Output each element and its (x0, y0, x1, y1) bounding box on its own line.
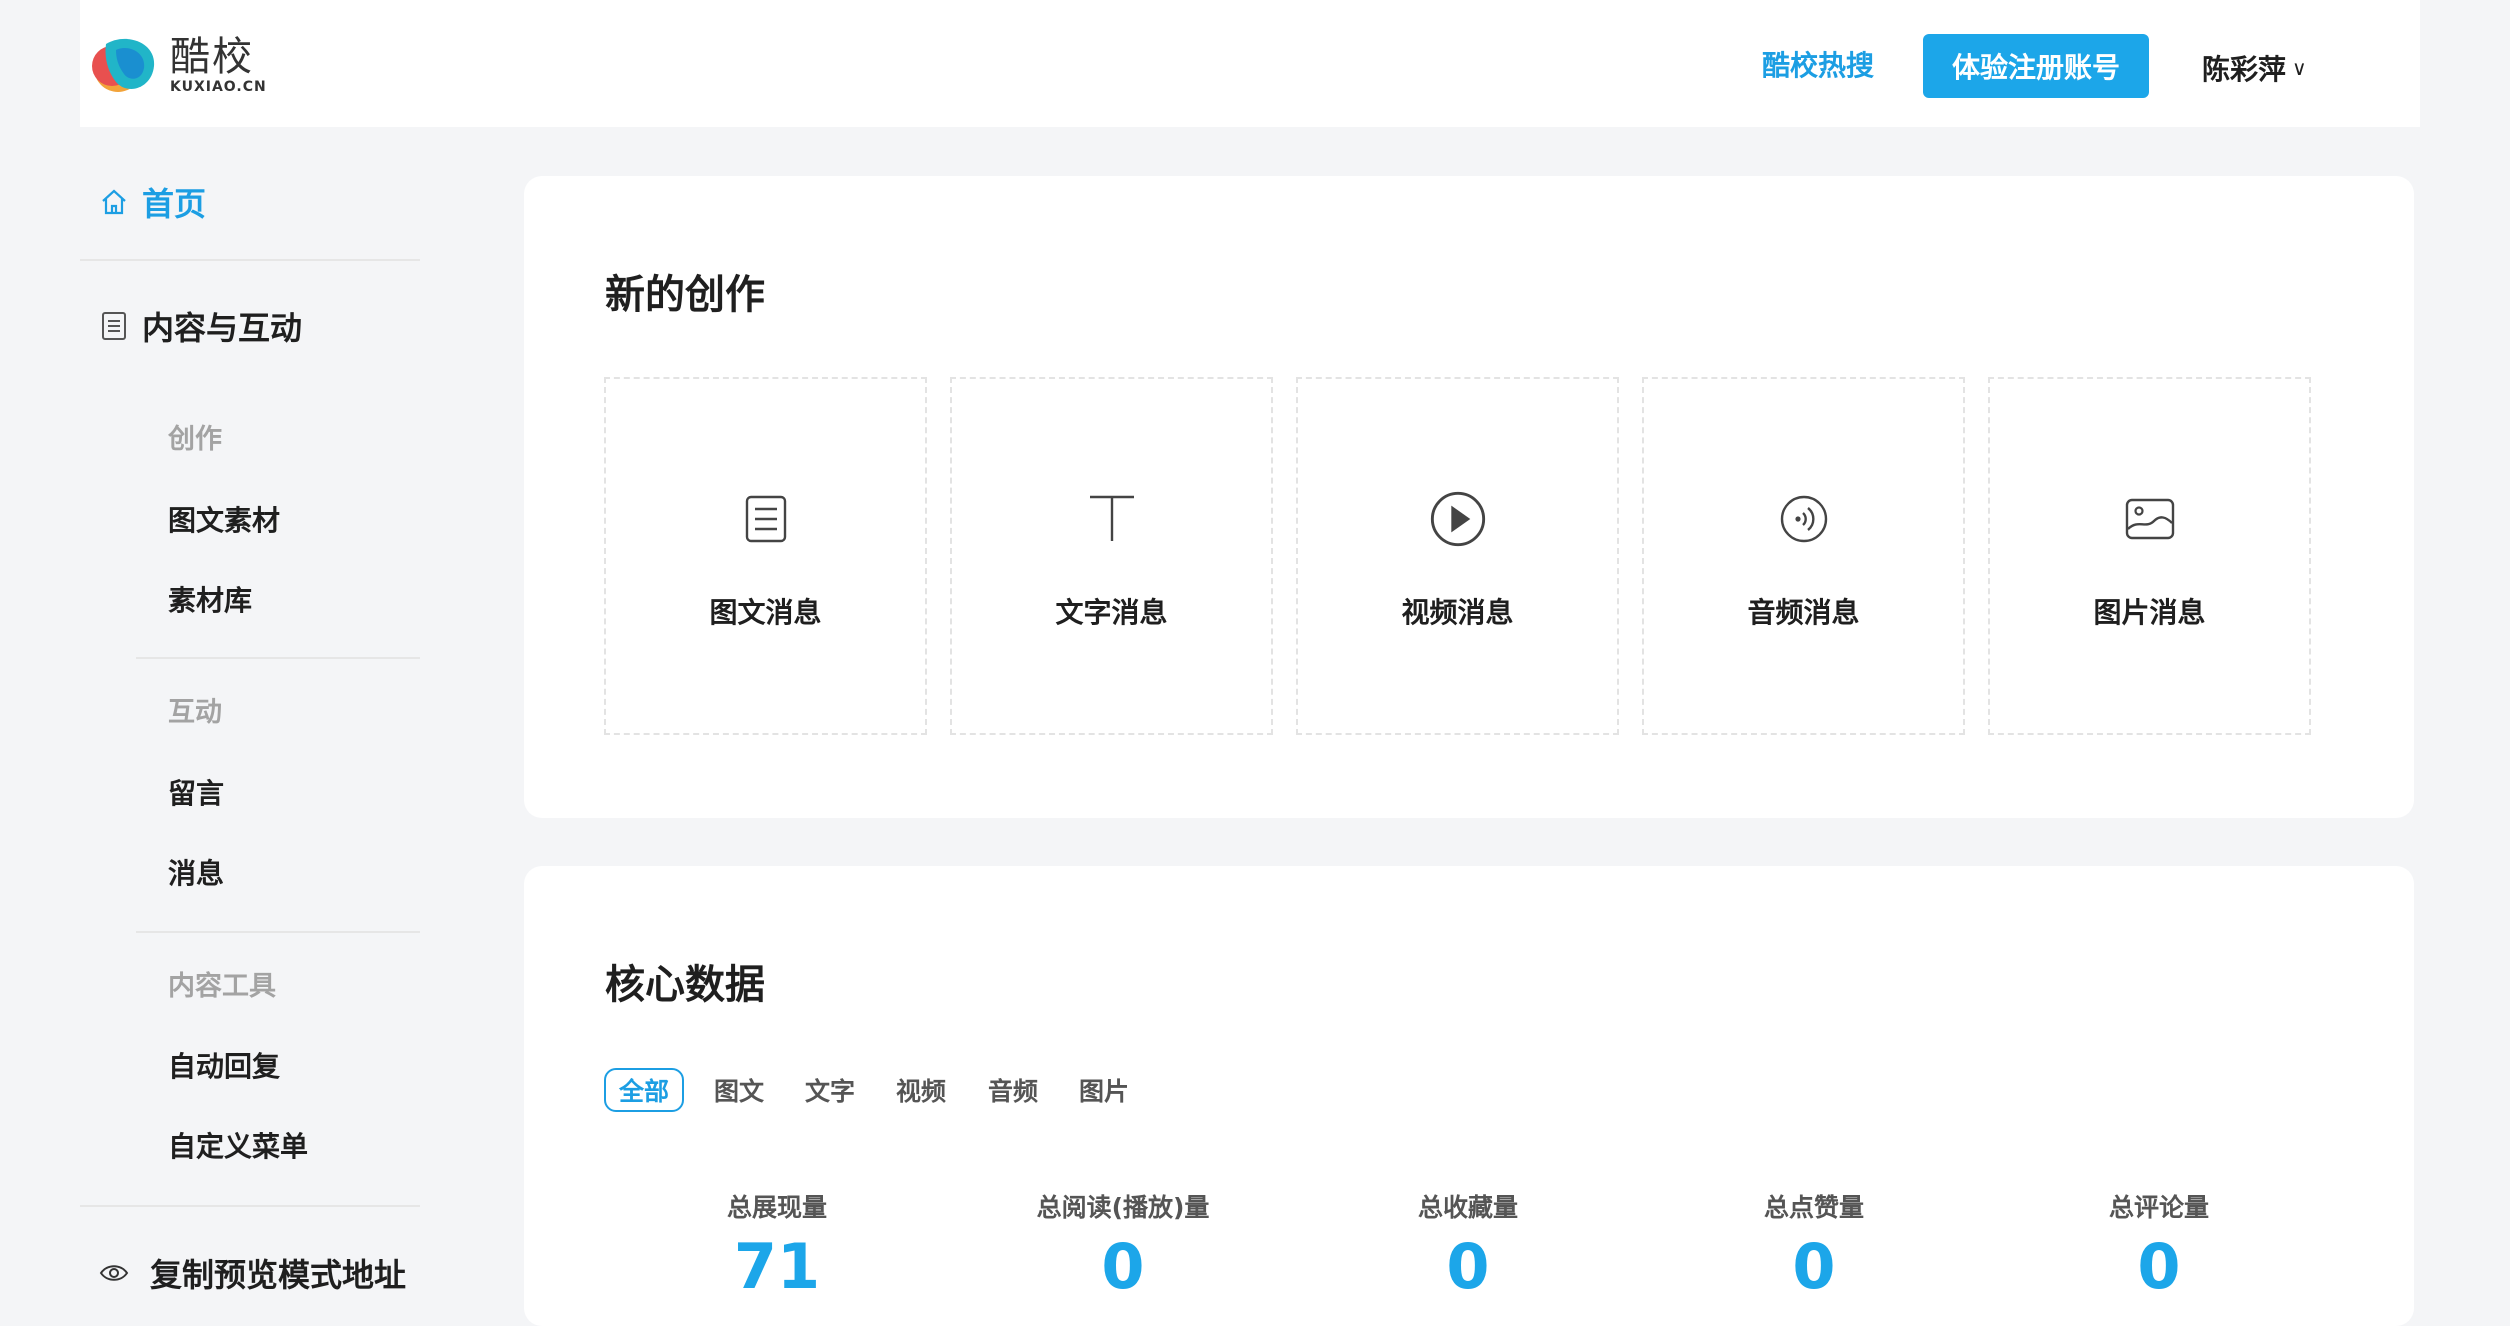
tab-video[interactable]: 视频 (886, 1068, 956, 1112)
logo-subtitle: KUXIAO.CN (170, 79, 267, 95)
stat-value: 71 (733, 1230, 821, 1303)
tile-label: 音频消息 (1747, 596, 1860, 629)
sidebar-item-custom-menu[interactable]: 自定义菜单 (168, 1125, 308, 1165)
sidebar-item-auto-reply[interactable]: 自动回复 (168, 1045, 280, 1085)
logo[interactable]: 酷校 KUXIAO.CN (90, 20, 267, 110)
sidebar-section-label: 内容与互动 (142, 309, 303, 347)
divider (136, 931, 420, 933)
article-icon (745, 495, 786, 543)
stat-label: 总展现量 (726, 1193, 827, 1222)
create-title: 新的创作 (605, 272, 765, 318)
stat-favorites: 总收藏量 0 (1318, 1188, 1618, 1298)
stat-label: 总点赞量 (1763, 1193, 1864, 1222)
tab-all[interactable]: 全部 (604, 1068, 684, 1112)
audio-icon (1780, 495, 1827, 543)
tab-image[interactable]: 图片 (1069, 1068, 1139, 1112)
user-name: 陈彩萍 (2202, 53, 2287, 86)
image-icon (2125, 498, 2174, 540)
copy-preview-url[interactable]: 复制预览模式地址 (98, 1250, 406, 1296)
stat-likes: 总点赞量 0 (1664, 1188, 1964, 1298)
document-icon (98, 310, 130, 342)
divider (136, 657, 420, 659)
sidebar-item-material-library[interactable]: 素材库 (168, 579, 252, 619)
tab-text[interactable]: 文字 (795, 1068, 865, 1112)
stat-value: 0 (1101, 1230, 1145, 1303)
create-article-tile[interactable]: 图文消息 (604, 377, 927, 735)
sidebar-section-content[interactable]: 内容与互动 (98, 303, 302, 349)
core-data-title: 核心数据 (605, 962, 765, 1008)
stat-comments: 总评论量 0 (2009, 1188, 2309, 1298)
home-icon (98, 186, 130, 218)
create-audio-tile[interactable]: 音频消息 (1642, 377, 1965, 735)
stat-value: 0 (1446, 1230, 1490, 1303)
tile-label: 文字消息 (1055, 596, 1168, 629)
text-icon (1089, 495, 1134, 541)
stat-reads: 总阅读(播放)量 0 (973, 1188, 1273, 1298)
hot-search-link[interactable]: 酷校热搜 (1762, 44, 1874, 84)
trial-register-button[interactable]: 体验注册账号 (1923, 34, 2149, 98)
stat-label: 总阅读(播放)量 (1036, 1193, 1210, 1222)
sidebar-item-home[interactable]: 首页 (98, 179, 206, 225)
stat-impressions: 总展现量 71 (627, 1188, 927, 1298)
sidebar-item-messages[interactable]: 消息 (168, 852, 224, 892)
create-image-tile[interactable]: 图片消息 (1988, 377, 2311, 735)
logo-icon (92, 38, 155, 92)
sidebar-item-label: 首页 (142, 185, 207, 223)
sidebar-item-comments[interactable]: 留言 (168, 772, 224, 812)
stat-label: 总评论量 (2108, 1193, 2209, 1222)
tile-label: 视频消息 (1401, 596, 1514, 629)
create-video-tile[interactable]: 视频消息 (1296, 377, 1619, 735)
tab-article[interactable]: 图文 (704, 1068, 774, 1112)
stat-value: 0 (1792, 1230, 1836, 1303)
logo-title: 酷校 (170, 34, 254, 80)
divider (80, 1205, 420, 1207)
tile-label: 图文消息 (709, 596, 822, 629)
group-title-interaction: 互动 (168, 697, 222, 728)
create-text-tile[interactable]: 文字消息 (950, 377, 1273, 735)
sidebar-item-article-material[interactable]: 图文素材 (168, 499, 280, 539)
eye-icon (98, 1257, 130, 1289)
chevron-down-icon: ∨ (2292, 56, 2307, 80)
group-title-create: 创作 (168, 424, 222, 455)
tile-label: 图片消息 (2093, 596, 2206, 629)
group-title-tools: 内容工具 (168, 971, 276, 1002)
stat-label: 总收藏量 (1417, 1193, 1518, 1222)
stat-value: 0 (2137, 1230, 2181, 1303)
sidebar: 首页 内容与互动 创作 图文素材 素材库 互动 留言 消息 内容工具 自动回复 … (80, 127, 420, 1308)
user-menu[interactable]: 陈彩萍 ∨ (2202, 48, 2307, 88)
video-play-icon (1430, 491, 1485, 547)
tab-audio[interactable]: 音频 (978, 1068, 1048, 1112)
preview-label: 复制预览模式地址 (150, 1256, 407, 1294)
divider (80, 259, 420, 261)
